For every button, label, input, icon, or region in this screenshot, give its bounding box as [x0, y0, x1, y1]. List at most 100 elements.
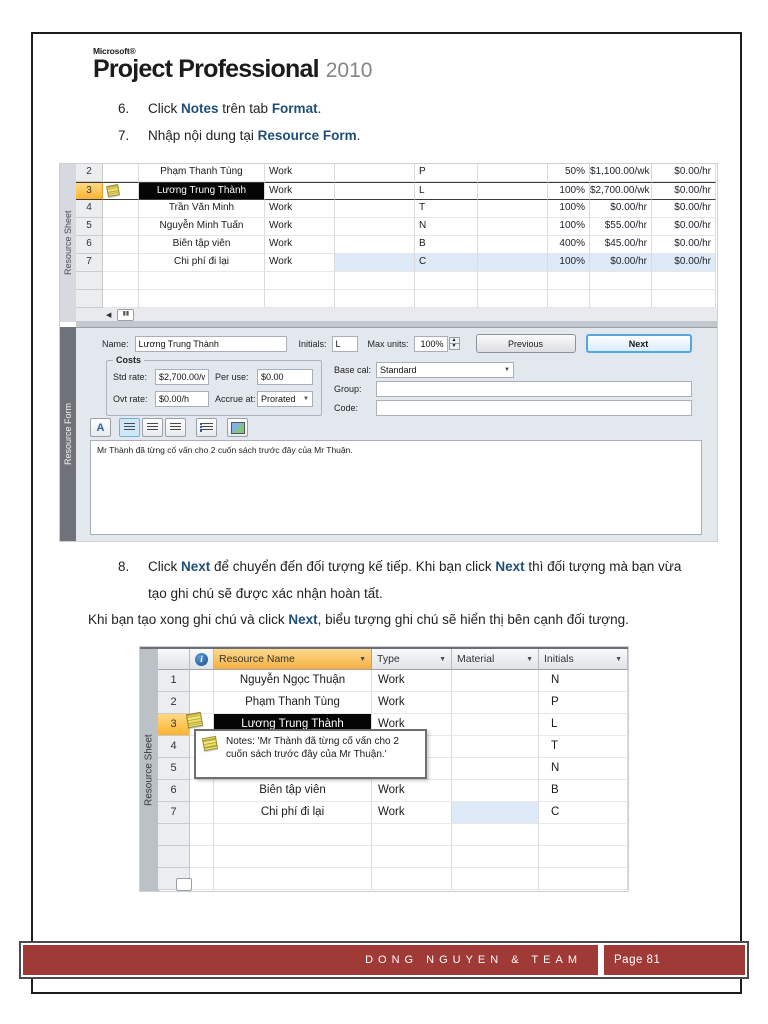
cell-ovt-rate[interactable]: $0.00/hr [652, 200, 716, 218]
cell-resource-name[interactable]: Nguyễn Minh Tuấn [139, 218, 265, 236]
row-number[interactable] [158, 824, 190, 846]
cell-max-units[interactable]: 100% [548, 254, 590, 272]
cell-type[interactable]: Work [265, 218, 335, 236]
cell-resource-name[interactable]: Phạm Thanh Tùng [139, 164, 265, 182]
insert-image-button[interactable] [227, 418, 248, 437]
indicator-cell[interactable] [103, 182, 139, 200]
align-center-button[interactable] [142, 418, 163, 437]
empty-cell[interactable] [190, 846, 214, 868]
cell-material[interactable] [335, 236, 415, 254]
cell-material[interactable] [452, 758, 539, 780]
empty-cell[interactable] [214, 868, 372, 890]
empty-cell[interactable] [452, 868, 539, 890]
cell-initials[interactable]: P [539, 692, 628, 714]
cell-material[interactable] [452, 692, 539, 714]
row-number[interactable]: 4 [76, 200, 103, 218]
row-number[interactable] [76, 272, 103, 290]
indicator-cell[interactable] [190, 670, 214, 692]
empty-cell[interactable] [103, 272, 139, 290]
cell-group[interactable] [478, 236, 548, 254]
cell-initials[interactable]: N [539, 670, 628, 692]
chevron-down-icon[interactable]: ▼ [359, 656, 366, 663]
cell-type[interactable]: Work [372, 802, 452, 824]
bullet-list-button[interactable] [196, 418, 217, 437]
row-number[interactable]: 6 [76, 236, 103, 254]
initials-header[interactable]: Initials ▼ [539, 649, 628, 670]
scroll-left-icon[interactable]: ◀ [106, 311, 111, 319]
cell-ovt-rate[interactable]: $0.00/hr [652, 236, 716, 254]
ovt-rate-field[interactable] [155, 391, 209, 407]
scroll-split-handle[interactable]: ▮▮ [117, 308, 135, 321]
cell-max-units[interactable]: 50% [548, 164, 590, 182]
cell-type[interactable]: Work [265, 200, 335, 218]
horizontal-scrollbar[interactable]: ◀ ▮▮ [76, 308, 717, 322]
chevron-down-icon[interactable]: ▼ [615, 656, 622, 663]
std-rate-field[interactable] [155, 369, 209, 385]
cell-std-rate[interactable]: $2,700.00/wk [590, 182, 652, 200]
indicator-cell[interactable] [190, 780, 214, 802]
cell-group[interactable] [478, 200, 548, 218]
cell-material[interactable] [335, 164, 415, 182]
cell-group[interactable] [478, 164, 548, 182]
cell-initials[interactable]: L [539, 714, 628, 736]
accrue-at-dropdown[interactable]: Prorated ▼ [257, 391, 313, 407]
empty-cell[interactable] [539, 824, 628, 846]
empty-cell[interactable] [415, 272, 478, 290]
cell-initials[interactable]: C [415, 254, 478, 272]
cell-resource-name[interactable]: Chi phí đi lại [214, 802, 372, 824]
cell-resource-name[interactable]: Phạm Thanh Tùng [214, 692, 372, 714]
cell-resource-name[interactable]: Biên tập viên [214, 780, 372, 802]
name-field[interactable] [134, 335, 287, 352]
cell-resource-name[interactable]: Chi phí đi lại [139, 254, 265, 272]
cell-initials[interactable]: C [539, 802, 628, 824]
cell-ovt-rate[interactable]: $0.00/hr [652, 164, 716, 182]
empty-cell[interactable] [214, 824, 372, 846]
cell-type[interactable]: Work [372, 692, 452, 714]
row-number[interactable]: 3 [158, 714, 190, 736]
cell-material[interactable] [335, 254, 415, 272]
empty-cell[interactable] [335, 290, 415, 308]
cell-resource-name[interactable]: Trần Văn Minh [139, 200, 265, 218]
note-icon[interactable] [185, 711, 204, 729]
cell-initials[interactable]: L [415, 182, 478, 200]
max-units-stepper[interactable]: ▲ ▼ [448, 337, 460, 350]
empty-cell[interactable] [652, 272, 716, 290]
cell-initials[interactable]: P [415, 164, 478, 182]
cell-material[interactable] [452, 736, 539, 758]
cell-material[interactable] [452, 714, 539, 736]
indicator-cell[interactable] [190, 802, 214, 824]
indicator-cell[interactable] [103, 254, 139, 272]
row-number[interactable]: 1 [158, 670, 190, 692]
cell-group[interactable] [478, 254, 548, 272]
cell-max-units[interactable]: 400% [548, 236, 590, 254]
cell-max-units[interactable]: 100% [548, 200, 590, 218]
row-number[interactable]: 4 [158, 736, 190, 758]
initials-field[interactable] [331, 335, 358, 352]
cell-type[interactable]: Work [265, 236, 335, 254]
indicator-cell[interactable] [103, 200, 139, 218]
cell-group[interactable] [478, 182, 548, 200]
row-number[interactable]: 7 [76, 254, 103, 272]
empty-cell[interactable] [190, 868, 214, 890]
code-field[interactable] [376, 400, 692, 416]
row-number[interactable]: 5 [76, 218, 103, 236]
cell-initials[interactable]: N [415, 218, 478, 236]
row-number[interactable] [76, 290, 103, 308]
cell-material[interactable] [452, 802, 539, 824]
empty-cell[interactable] [478, 290, 548, 308]
cell-initials[interactable]: T [539, 736, 628, 758]
cell-type[interactable]: Work [265, 254, 335, 272]
type-header[interactable]: Type ▼ [372, 649, 452, 670]
empty-cell[interactable] [265, 272, 335, 290]
row-number[interactable]: 5 [158, 758, 190, 780]
cell-type[interactable]: Work [265, 164, 335, 182]
empty-cell[interactable] [652, 290, 716, 308]
empty-cell[interactable] [372, 868, 452, 890]
empty-cell[interactable] [265, 290, 335, 308]
empty-cell[interactable] [214, 846, 372, 868]
font-color-button[interactable]: A [90, 418, 111, 437]
cell-ovt-rate[interactable]: $0.00/hr [652, 182, 716, 200]
cell-resource-name[interactable]: Biên tập viên [139, 236, 265, 254]
empty-cell[interactable] [539, 846, 628, 868]
next-button[interactable]: Next [585, 334, 692, 353]
